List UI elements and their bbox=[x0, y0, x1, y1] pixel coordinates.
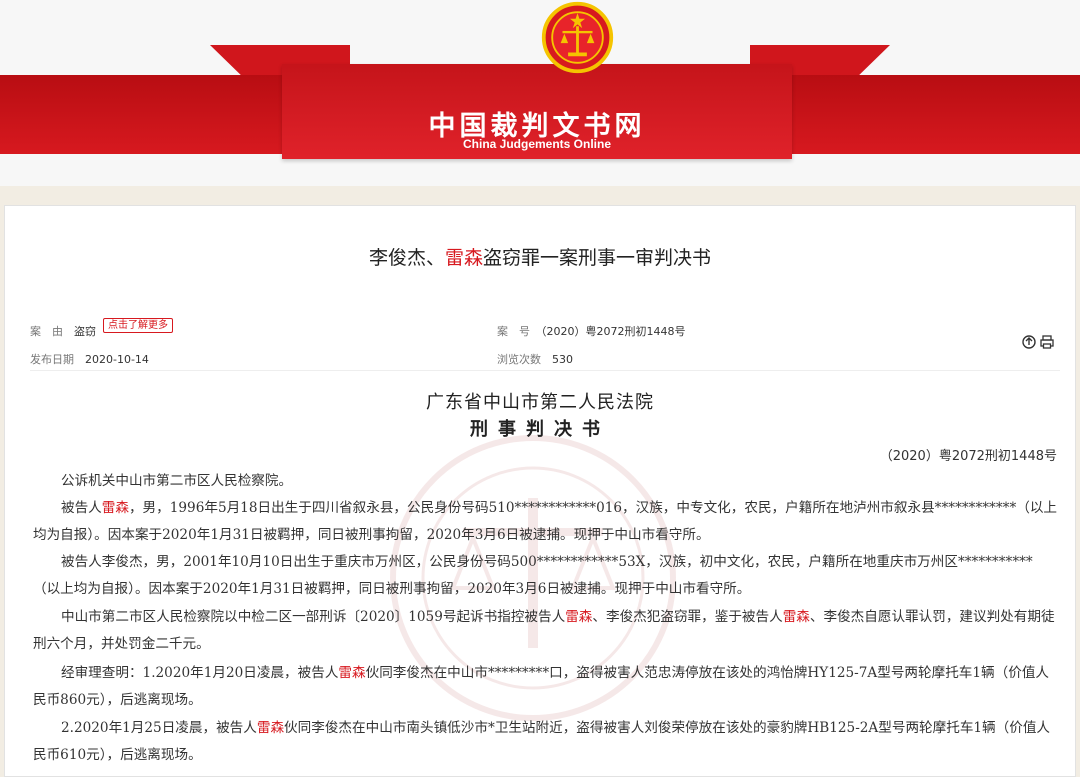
banner-band-right bbox=[780, 75, 1080, 154]
paragraph-fact-1: 经审理查明：1.2020年1月20日凌晨，被告人雷森伙同李俊杰在中山市*****… bbox=[33, 665, 1050, 708]
meta-date: 发布日期 2020-10-14 bbox=[30, 353, 149, 366]
meta-views: 浏览次数 530 bbox=[497, 353, 573, 366]
paragraph-defendant-1: 被告人雷森，男，1996年5月18日出生于四川省叙永县，公民身份号码510***… bbox=[33, 500, 1058, 543]
share-icon[interactable] bbox=[1021, 334, 1037, 350]
case-number: （2020）粤2072刑初1448号 bbox=[879, 449, 1057, 464]
document-panel: 李俊杰、雷森盗窃罪一案刑事一审判决书 案 由 盗窃 点击了解更多 案 号 （20… bbox=[4, 205, 1076, 777]
paragraph-indictment: 中山市第二市区人民检察院以中检二区一部刑诉〔2020〕1059号起诉书指控被告人… bbox=[33, 609, 1055, 652]
paragraph-fact-2: 2.2020年1月25日凌晨，被告人雷森伙同李俊杰在中山市南头镇低沙市*卫生站附… bbox=[33, 720, 1051, 763]
learn-more-button[interactable]: 点击了解更多 bbox=[103, 318, 173, 333]
print-icon[interactable] bbox=[1039, 334, 1055, 350]
meta-cause: 案 由 盗窃 bbox=[30, 325, 96, 338]
divider bbox=[30, 370, 1060, 371]
site-subtitle: China Judgements Online bbox=[462, 137, 612, 151]
court-emblem-icon bbox=[541, 1, 614, 74]
court-name: 广东省中山市第二人民法院 bbox=[426, 392, 654, 413]
paragraph-defendant-2: 被告人李俊杰，男，2001年10月10日出生于重庆市万州区，公民身份号码500*… bbox=[33, 554, 1033, 597]
site-banner: 中国裁判文书网 China Judgements Online bbox=[0, 0, 1080, 186]
document-title: 李俊杰、雷森盗窃罪一案刑事一审判决书 bbox=[368, 247, 712, 269]
paragraph-prosecutor: 公诉机关中山市第二市区人民检察院。 bbox=[61, 473, 293, 489]
banner-band-left bbox=[0, 75, 300, 154]
meta-caseno: 案 号 （2020）粤2072刑初1448号 bbox=[497, 325, 686, 338]
document-type: 刑事判决书 bbox=[470, 419, 610, 440]
